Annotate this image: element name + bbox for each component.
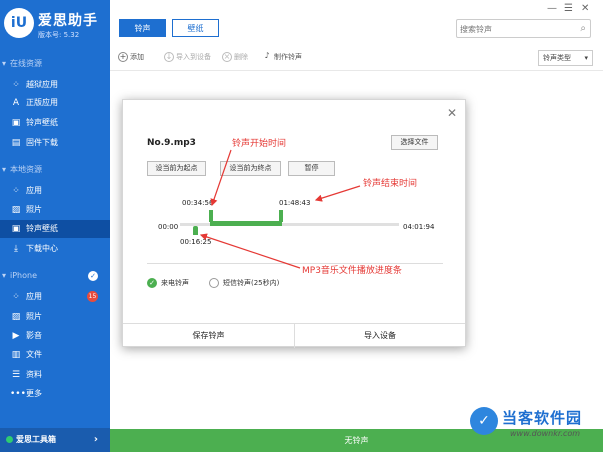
pause-button[interactable]: 暂停: [288, 161, 335, 176]
chevron-down-icon: ▾: [584, 54, 588, 62]
radio-empty-icon: [209, 278, 219, 288]
sidebar-item-download-center[interactable]: ⤓ 下载中心: [0, 240, 110, 258]
sidebar-item-device-files[interactable]: ▥ 文件: [0, 346, 110, 364]
divider: [110, 70, 603, 71]
end-time: 01:48:43: [279, 199, 311, 207]
tab-ringtones[interactable]: 铃声: [119, 19, 166, 37]
search-icon[interactable]: ⌕: [580, 23, 586, 34]
close-icon[interactable]: ✕: [447, 106, 457, 120]
delete-button[interactable]: × 删除: [222, 52, 248, 62]
set-end-button[interactable]: 设当前为终点: [220, 161, 281, 176]
close-icon[interactable]: ✕: [581, 3, 589, 14]
make-ringtone-button[interactable]: ♪ 制作铃声: [262, 52, 302, 62]
sidebar-item-jailbreak-apps[interactable]: ⁘ 越狱应用: [0, 76, 110, 94]
dialog-footer: 保存铃声 导入设备: [123, 323, 465, 348]
caret-down-icon: ▾: [2, 271, 7, 280]
photo-icon: ▨: [11, 311, 21, 322]
sidebar-item-device-info[interactable]: ☰ 资料: [0, 366, 110, 384]
caret-down-icon: ▾: [2, 165, 7, 174]
annotation-end: 铃声结束时间: [363, 179, 418, 189]
photo-icon: ▨: [11, 204, 21, 215]
current-time: 00:16:25: [180, 238, 212, 246]
ringtone-icon: ▣: [11, 223, 21, 234]
set-start-button[interactable]: 设当前为起点: [147, 161, 206, 176]
sidebar: iU 爱思助手 版本号: 5.32 ▾ 在线资源 ⁘ 越狱应用 A 正版应用 ▣ 铃声壁…: [0, 0, 110, 452]
video-icon: ▶: [12, 330, 20, 341]
track-end-time: 04:01:94: [403, 223, 435, 231]
sidebar-item-device-media[interactable]: ▶ 影音: [0, 327, 110, 345]
choose-file-button[interactable]: 选择文件: [391, 135, 438, 150]
section-local[interactable]: ▾ 本地资源: [0, 162, 110, 178]
end-handle[interactable]: [279, 210, 283, 222]
radio-sms-ringtone[interactable]: 短信铃声(25秒内): [209, 278, 279, 288]
file-name: No.9.mp3: [147, 138, 196, 148]
section-online[interactable]: ▾ 在线资源: [0, 56, 110, 72]
bell-icon: ♪: [264, 51, 270, 60]
start-handle[interactable]: [209, 210, 213, 222]
plus-icon: +: [118, 52, 128, 62]
ringtone-type-select[interactable]: 铃声类型 ▾: [538, 50, 593, 66]
track-start-time: 00:00: [158, 223, 179, 231]
watermark-title: 当客软件园: [502, 409, 583, 427]
app-store-icon: A: [12, 97, 20, 108]
sidebar-item-more[interactable]: •••更多: [0, 385, 110, 403]
chevron-right-icon: ›: [93, 434, 98, 445]
brand: iU 爱思助手 版本号: 5.32: [4, 6, 110, 46]
import-to-device-button[interactable]: ↓ 导入到设备: [164, 52, 211, 62]
add-button[interactable]: + 添加: [118, 52, 144, 62]
app-version: 版本号: 5.32: [38, 31, 80, 39]
delete-icon: ×: [222, 52, 232, 62]
selection-range: [210, 221, 282, 226]
import-icon: ↓: [164, 52, 174, 62]
save-ringtone-button[interactable]: 保存铃声: [123, 324, 294, 348]
search-box: ⌕: [456, 19, 591, 38]
check-icon: ✓: [147, 278, 157, 288]
connected-check-icon: ✓: [88, 271, 98, 281]
sidebar-item-local-ringtones[interactable]: ▣ 铃声壁纸: [0, 220, 110, 238]
annotation-start: 铃声开始时间: [232, 139, 287, 149]
app-count-badge: 15: [87, 291, 98, 302]
playhead[interactable]: [193, 226, 198, 235]
make-ringtone-dialog: ✕ No.9.mp3 选择文件 设当前为起点 设当前为终点 暂停 00:34:5…: [122, 99, 466, 348]
minimize-icon[interactable]: —: [547, 3, 557, 14]
more-icon: •••: [10, 388, 26, 399]
caret-down-icon: ▾: [2, 59, 7, 68]
firmware-box-icon: ▤: [11, 137, 21, 148]
sidebar-item-local-apps[interactable]: ⁘ 应用: [0, 182, 110, 200]
section-iphone[interactable]: ▾ iPhone ✓: [0, 268, 110, 284]
sidebar-item-official-apps[interactable]: A 正版应用: [0, 94, 110, 112]
import-device-button[interactable]: 导入设备: [294, 324, 465, 348]
annotation-progress: MP3音乐文件播放进度条: [302, 266, 402, 276]
tab-wallpapers[interactable]: 壁纸: [172, 19, 219, 37]
sidebar-item-local-photos[interactable]: ▨ 照片: [0, 201, 110, 219]
apps-grid-icon: ⁘: [12, 291, 20, 302]
toolbox-icon: [6, 436, 13, 443]
app-logo: iU: [4, 8, 34, 38]
sidebar-item-device-apps[interactable]: ⁘ 应用 15: [0, 288, 110, 306]
watermark-logo: ✓: [470, 407, 498, 435]
app-name: 爱思助手: [38, 13, 98, 29]
toolbox-button[interactable]: 爱思工具箱 ›: [0, 428, 110, 452]
ringtone-icon: ▣: [11, 117, 21, 128]
search-input[interactable]: [460, 22, 572, 36]
sidebar-item-device-photos[interactable]: ▨ 照片: [0, 308, 110, 326]
menu-icon[interactable]: ☰: [564, 3, 573, 14]
list-icon: ☰: [11, 369, 21, 380]
apps-grid-icon: ⁘: [12, 79, 20, 90]
start-time: 00:34:56: [182, 199, 214, 207]
watermark: ✓ 当客软件园 www.downkr.com: [470, 405, 603, 449]
radio-call-ringtone[interactable]: ✓ 来电铃声: [147, 278, 189, 288]
file-icon: ▥: [11, 349, 21, 360]
sidebar-item-firmware[interactable]: ▤ 固件下载: [0, 134, 110, 152]
apps-grid-icon: ⁘: [12, 185, 20, 196]
watermark-url: www.downkr.com: [510, 429, 581, 438]
download-icon: ⤓: [14, 243, 18, 254]
sidebar-item-online-ringtones[interactable]: ▣ 铃声壁纸: [0, 114, 110, 132]
